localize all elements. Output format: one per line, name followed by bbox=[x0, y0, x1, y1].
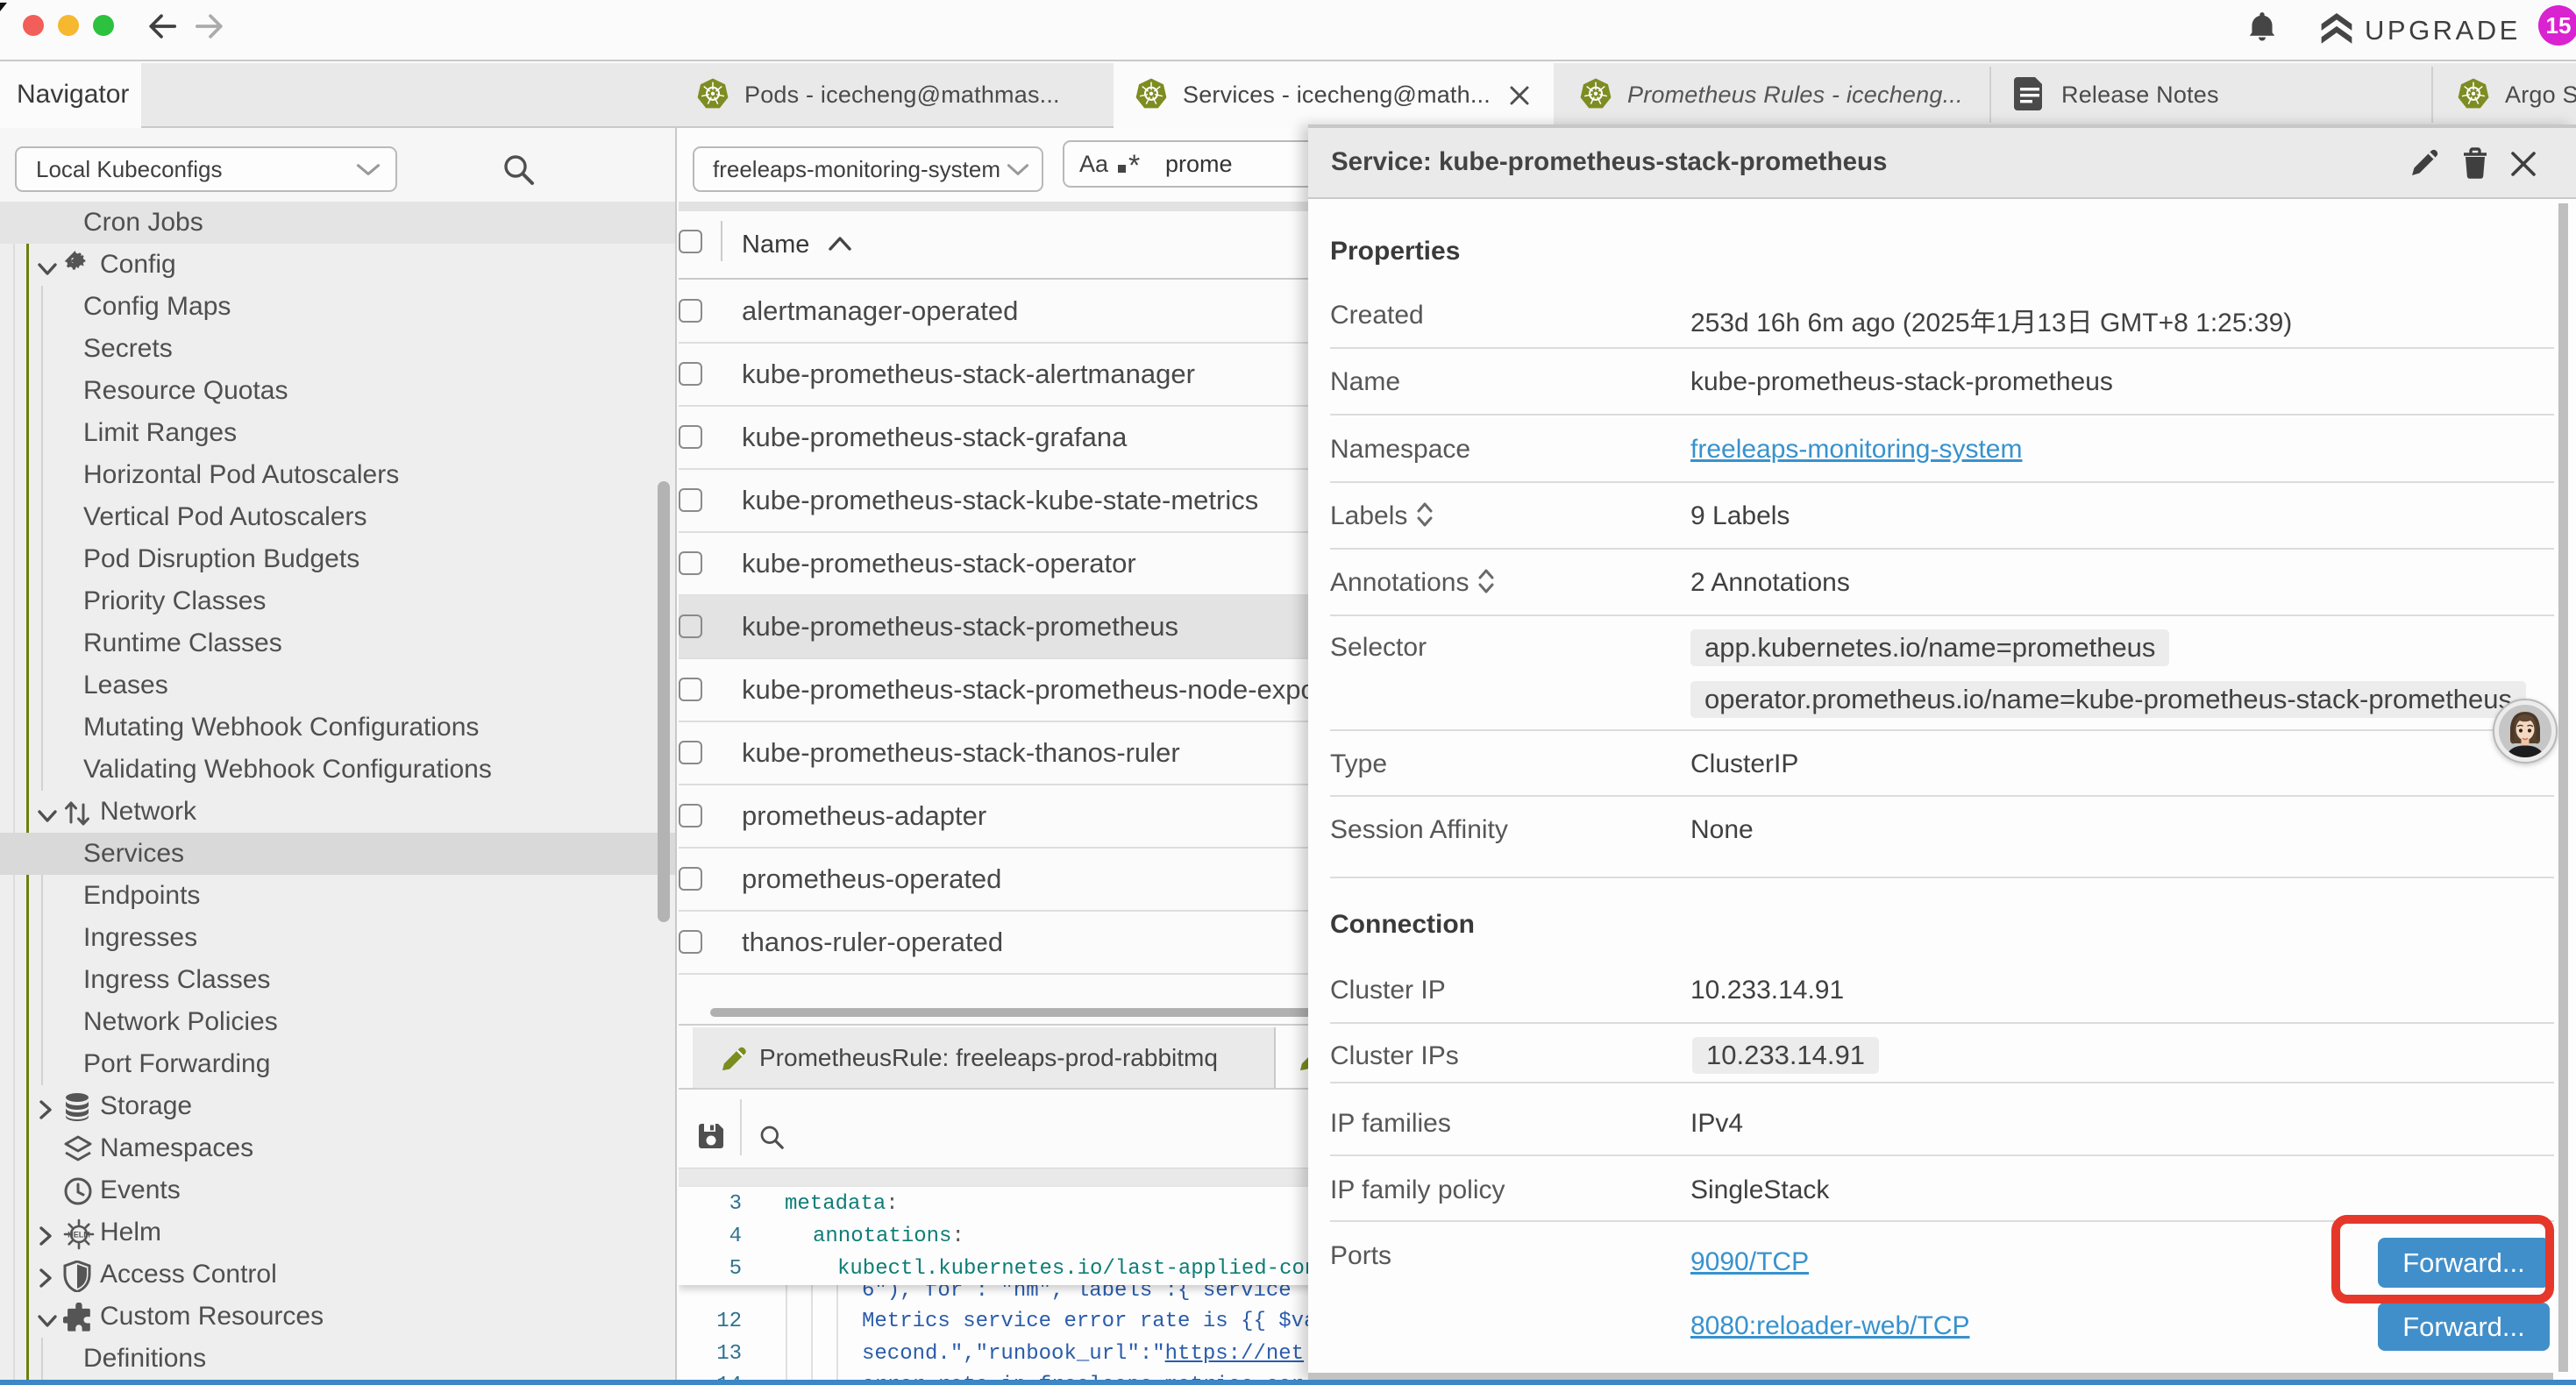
svg-text:*: * bbox=[1128, 149, 1140, 179]
svg-text:HELM: HELM bbox=[68, 1231, 90, 1239]
